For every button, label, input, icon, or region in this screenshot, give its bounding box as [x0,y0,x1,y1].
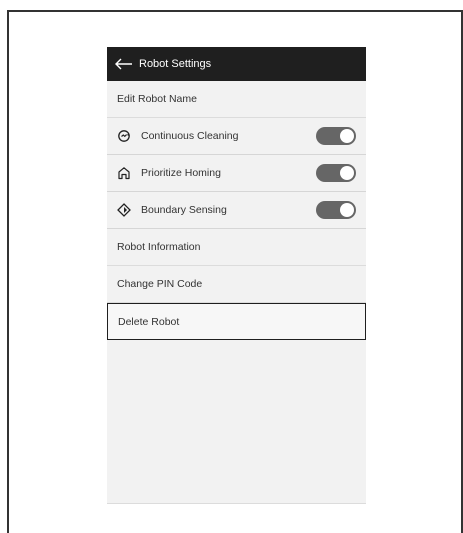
arrow-left-icon [115,58,132,70]
app-header: Robot Settings [107,47,366,81]
prioritize-homing-label: Prioritize Homing [141,167,221,179]
continuous-cleaning-toggle[interactable] [316,127,356,145]
edit-robot-name-item[interactable]: Edit Robot Name [107,81,366,118]
robot-information-item[interactable]: Robot Information [107,229,366,266]
boundary-diamond-icon [117,203,131,217]
boundary-sensing-toggle[interactable] [316,201,356,219]
change-pin-item[interactable]: Change PIN Code [107,266,366,303]
delete-robot-button[interactable]: Delete Robot [107,303,366,340]
change-pin-label: Change PIN Code [117,278,203,290]
back-button[interactable] [115,57,133,71]
prioritize-homing-toggle[interactable] [316,164,356,182]
robot-settings-screen: Robot Settings Edit Robot Name Continuou… [107,47,366,504]
home-icon [117,166,131,180]
boundary-sensing-label: Boundary Sensing [141,204,227,216]
delete-robot-label: Delete Robot [118,315,180,328]
boundary-sensing-item: Boundary Sensing [107,192,366,229]
toggle-knob [340,203,354,217]
edit-robot-name-label: Edit Robot Name [117,93,197,105]
toggle-knob [340,129,354,143]
prioritize-homing-item: Prioritize Homing [107,155,366,192]
continuous-cleaning-label: Continuous Cleaning [141,130,239,142]
robot-information-label: Robot Information [117,241,201,253]
toggle-knob [340,166,354,180]
continuous-cleaning-item: Continuous Cleaning [107,118,366,155]
cycle-icon [117,129,131,143]
page-title: Robot Settings [139,58,212,70]
